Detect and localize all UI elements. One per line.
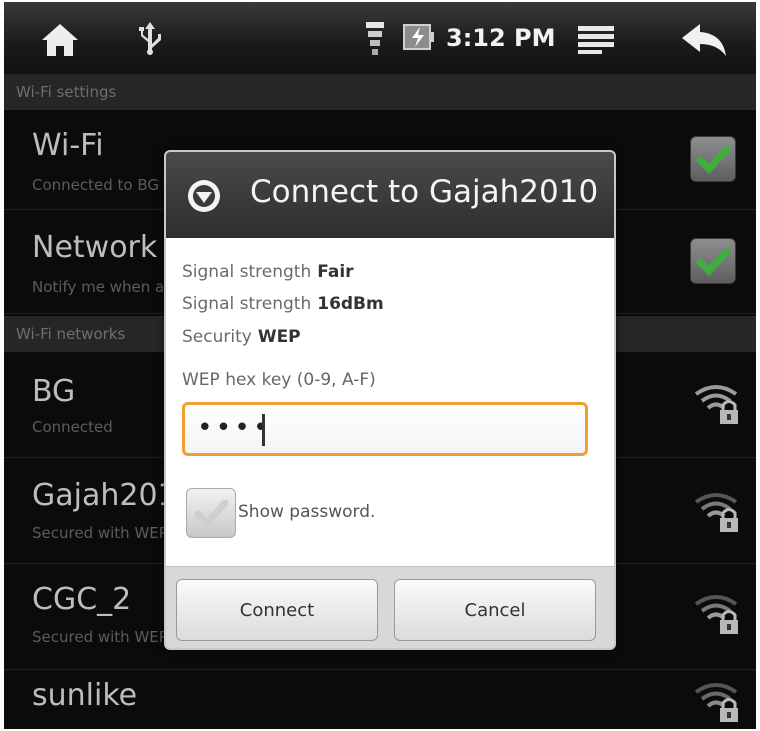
connect-button[interactable]: Connect	[176, 579, 378, 641]
signal-strength-line: Signal strength Fair	[182, 262, 354, 282]
wifi-settings-screen: 3:12 PM Wi-Fi settings Wi-Fi Connected t…	[4, 2, 756, 729]
dialog-button-bar: Connect Cancel	[166, 566, 614, 648]
signal-dbm-line: Signal strength 16dBm	[182, 294, 384, 314]
info-label: Security	[182, 327, 252, 347]
dialog-header: Connect to Gajah2010	[166, 152, 614, 238]
security-line: Security WEP	[182, 327, 301, 347]
text-cursor	[262, 414, 265, 446]
wep-key-label: WEP hex key (0-9, A-F)	[182, 370, 376, 390]
info-value: 16dBm	[317, 294, 384, 314]
info-value: WEP	[257, 327, 301, 347]
checkmark-icon	[194, 499, 229, 529]
info-label: Signal strength	[182, 262, 312, 282]
info-value: Fair	[317, 262, 354, 282]
wep-key-input[interactable]: ••••	[182, 402, 588, 456]
wifi-dialog-icon	[188, 180, 220, 212]
cancel-button[interactable]: Cancel	[394, 579, 596, 641]
dialog-title: Connect to Gajah2010	[250, 174, 599, 210]
connect-dialog: Connect to Gajah2010 Signal strength Fair…	[164, 150, 616, 650]
show-password-checkbox[interactable]	[186, 488, 236, 538]
show-password-label[interactable]: Show password.	[238, 502, 375, 522]
info-label: Signal strength	[182, 294, 312, 314]
